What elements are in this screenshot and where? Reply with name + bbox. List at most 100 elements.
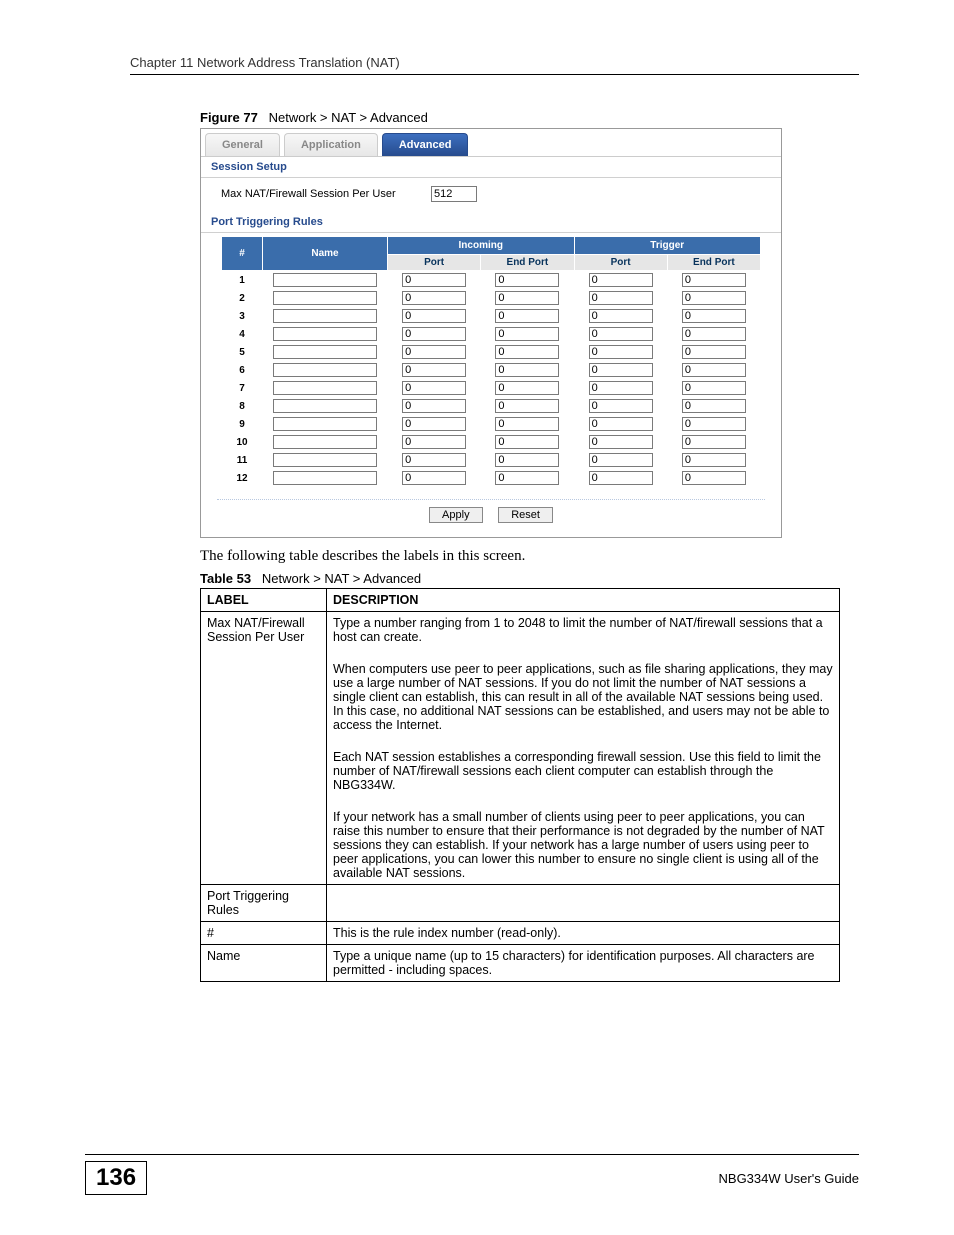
incoming-port-input[interactable] [402,435,466,449]
figure-label: Figure 77 [200,110,258,125]
tab-application[interactable]: Application [284,133,378,156]
trigger-port-input[interactable] [589,381,653,395]
trigger-port-input[interactable] [589,363,653,377]
guide-name: NBG334W User's Guide [719,1171,859,1186]
trigger-endport-input[interactable] [682,399,746,413]
trigger-endport-input[interactable] [682,435,746,449]
row-index: 6 [222,361,263,379]
incoming-endport-input[interactable] [495,309,559,323]
body-text: The following table describes the labels… [200,548,859,565]
desc-text: This is the rule index number (read-only… [327,922,840,945]
incoming-endport-input[interactable] [495,363,559,377]
incoming-port-input[interactable] [402,417,466,431]
incoming-port-input[interactable] [402,309,466,323]
incoming-endport-input[interactable] [495,435,559,449]
description-table: LABEL DESCRIPTION Max NAT/Firewall Sessi… [200,588,840,982]
rule-name-input[interactable] [273,309,377,323]
row-index: 7 [222,379,263,397]
desc-col-label: LABEL [201,589,327,612]
trigger-port-input[interactable] [589,417,653,431]
trigger-endport-input[interactable] [682,309,746,323]
incoming-port-input[interactable] [402,327,466,341]
incoming-port-input[interactable] [402,363,466,377]
incoming-port-input[interactable] [402,345,466,359]
rule-name-input[interactable] [273,399,377,413]
trigger-endport-input[interactable] [682,273,746,287]
port-trigger-heading: Port Triggering Rules [201,212,781,233]
row-index: 8 [222,397,263,415]
table-row: 7 [222,379,761,397]
incoming-endport-input[interactable] [495,381,559,395]
incoming-endport-input[interactable] [495,471,559,485]
rule-name-input[interactable] [273,345,377,359]
col-num: # [222,237,263,271]
table-row: 11 [222,451,761,469]
incoming-endport-input[interactable] [495,417,559,431]
rule-name-input[interactable] [273,417,377,431]
trigger-endport-input[interactable] [682,345,746,359]
trigger-endport-input[interactable] [682,291,746,305]
incoming-port-input[interactable] [402,273,466,287]
rule-name-input[interactable] [273,471,377,485]
incoming-port-input[interactable] [402,381,466,395]
trigger-port-input[interactable] [589,399,653,413]
rule-name-input[interactable] [273,453,377,467]
table-row: 6 [222,361,761,379]
trigger-port-input[interactable] [589,453,653,467]
footer: 136 NBG334W User's Guide [0,1154,954,1195]
rule-name-input[interactable] [273,291,377,305]
figure-title: Network > NAT > Advanced [269,110,428,125]
trigger-port-input[interactable] [589,345,653,359]
trigger-port-input[interactable] [589,273,653,287]
rule-name-input[interactable] [273,363,377,377]
tab-advanced[interactable]: Advanced [382,133,469,156]
table-row: 2 [222,289,761,307]
rule-name-input[interactable] [273,327,377,341]
header-rule [130,74,859,75]
incoming-endport-input[interactable] [495,291,559,305]
row-index: 4 [222,325,263,343]
incoming-endport-input[interactable] [495,327,559,341]
incoming-endport-input[interactable] [495,273,559,287]
table-row: #This is the rule index number (read-onl… [201,922,840,945]
max-session-input[interactable] [431,186,477,202]
figure-caption: Figure 77 Network > NAT > Advanced [200,110,859,125]
col-tr-endport: End Port [667,255,760,271]
trigger-endport-input[interactable] [682,417,746,431]
trigger-port-input[interactable] [589,327,653,341]
trigger-port-input[interactable] [589,435,653,449]
incoming-port-input[interactable] [402,453,466,467]
tab-general[interactable]: General [205,133,280,156]
incoming-port-input[interactable] [402,291,466,305]
table-row: Port Triggering Rules [201,885,840,922]
trigger-endport-input[interactable] [682,453,746,467]
incoming-endport-input[interactable] [495,345,559,359]
incoming-port-input[interactable] [402,399,466,413]
rule-name-input[interactable] [273,273,377,287]
incoming-port-input[interactable] [402,471,466,485]
incoming-endport-input[interactable] [495,453,559,467]
desc-col-description: DESCRIPTION [327,589,840,612]
reset-button[interactable]: Reset [498,507,553,523]
trigger-endport-input[interactable] [682,363,746,377]
row-index: 2 [222,289,263,307]
desc-text [327,885,840,922]
trigger-endport-input[interactable] [682,327,746,341]
table-caption: Table 53 Network > NAT > Advanced [200,571,859,586]
incoming-endport-input[interactable] [495,399,559,413]
trigger-endport-input[interactable] [682,471,746,485]
table-row: 9 [222,415,761,433]
rule-name-input[interactable] [273,381,377,395]
trigger-port-input[interactable] [589,309,653,323]
desc-text: Type a unique name (up to 15 characters)… [327,945,840,982]
table-title: Network > NAT > Advanced [262,571,421,586]
button-row: Apply Reset [217,499,765,537]
max-session-row: Max NAT/Firewall Session Per User [201,178,781,212]
trigger-endport-input[interactable] [682,381,746,395]
rule-name-input[interactable] [273,435,377,449]
row-index: 1 [222,271,263,290]
apply-button[interactable]: Apply [429,507,483,523]
desc-text: Type a number ranging from 1 to 2048 to … [327,612,840,885]
trigger-port-input[interactable] [589,471,653,485]
trigger-port-input[interactable] [589,291,653,305]
